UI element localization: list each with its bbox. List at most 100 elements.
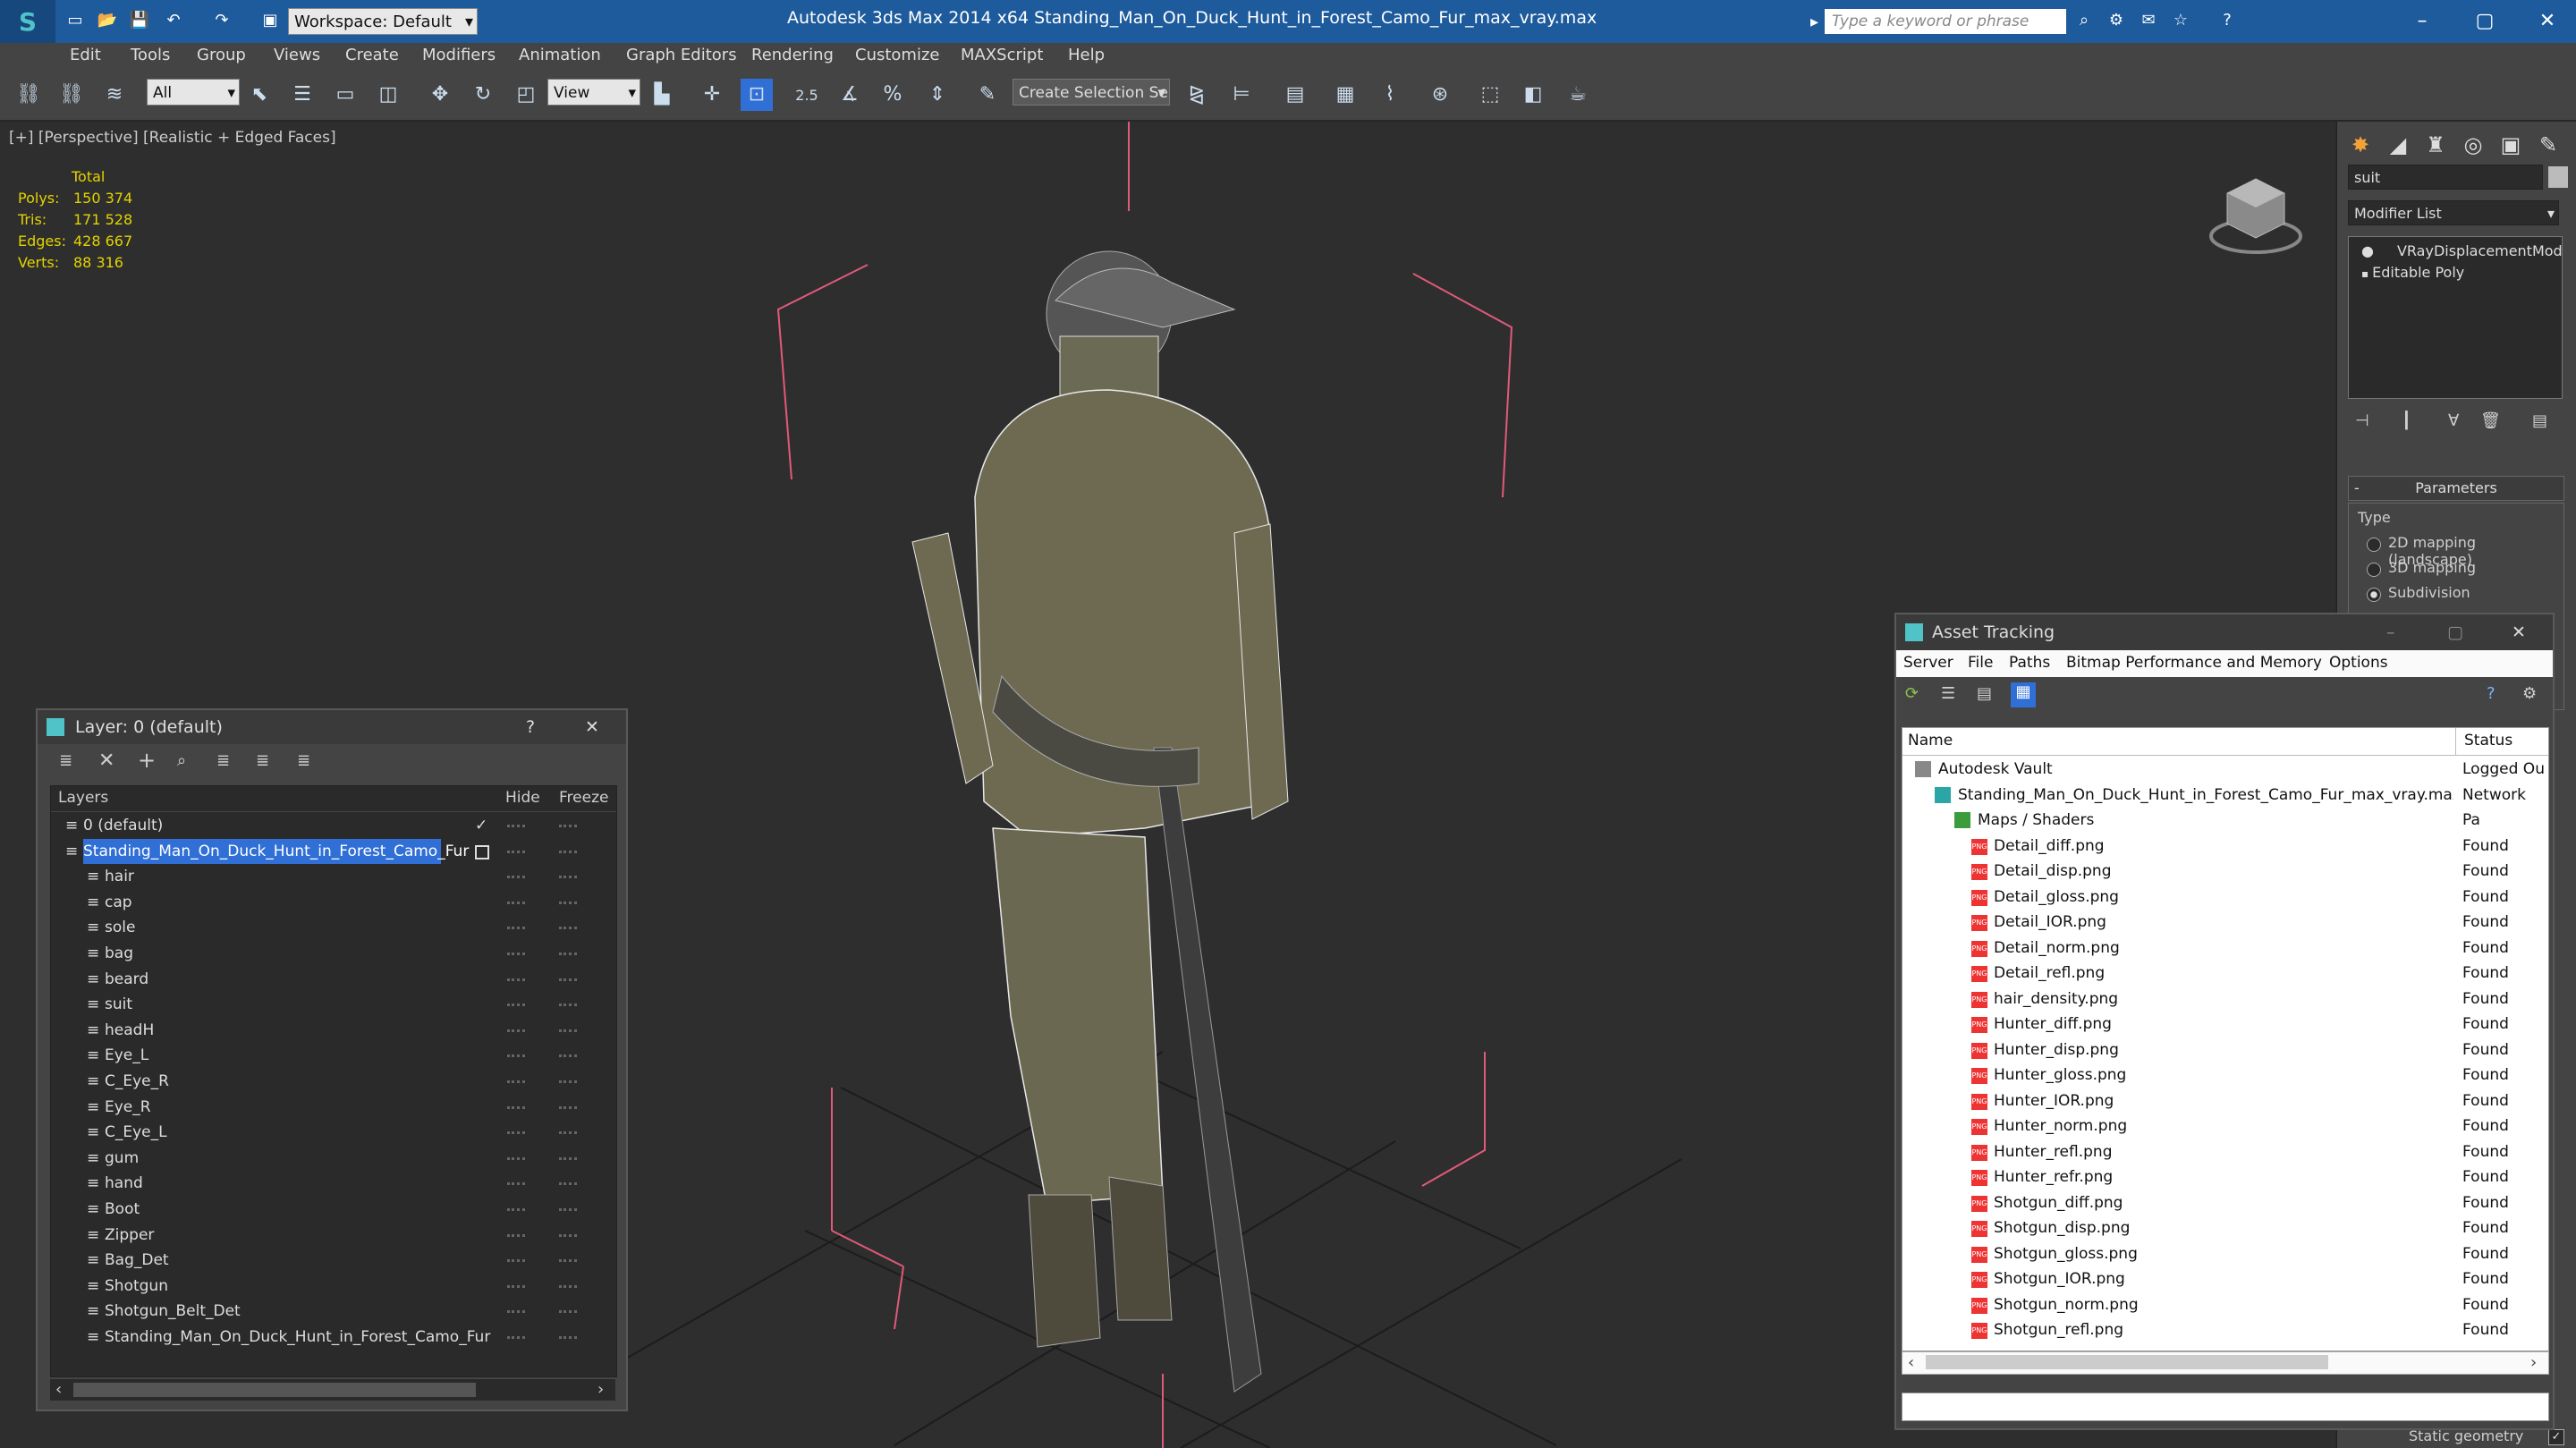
layer-row[interactable]: ≡ Boot [51,1197,616,1222]
scroll-thumb[interactable] [1926,1355,2328,1369]
freeze-all-layers-icon[interactable]: ≣ [297,751,310,770]
column-status[interactable]: Status [2464,732,2512,749]
select-highlighted-icon[interactable]: ⌕ [177,751,186,770]
menu-server[interactable]: Server [1903,654,1953,672]
hide-toggle[interactable] [507,850,525,853]
render-setup-icon[interactable]: ◧ [1517,79,1549,111]
asset-row[interactable]: PNG Hunter_IOR.png Found [1902,1088,2548,1114]
menu-edit[interactable]: Edit [70,46,101,64]
layer-explorer-icon[interactable]: ▤ [1279,79,1311,111]
current-layer-check-icon[interactable]: ✓ [475,813,487,838]
radio-button[interactable] [2367,538,2381,552]
search-input[interactable]: Type a keyword or phrase [1825,9,2066,34]
column-hide[interactable]: Hide [505,789,540,807]
new-file-icon[interactable]: ▭ [63,9,88,32]
layer-row[interactable]: ≡ Eye_L [51,1043,616,1068]
hide-toggle[interactable] [507,1029,525,1032]
hide-toggle[interactable] [507,1233,525,1237]
layer-row[interactable]: ≡ beard [51,967,616,992]
stack-item-editable-poly[interactable]: ▪ Editable Poly [2352,262,2558,284]
hide-toggle[interactable] [507,876,525,879]
radio-subdivision[interactable]: Subdivision [2367,584,2563,605]
layer-row[interactable]: ≡ hand [51,1171,616,1196]
edit-named-selection-icon[interactable]: ✎ [971,79,1004,111]
layer-row[interactable]: ≡ C_Eye_L [51,1120,616,1145]
favorites-icon[interactable]: ☆ [2168,9,2193,32]
hide-all-layers-icon[interactable]: ≣ [256,751,269,770]
layer-row[interactable]: ≡ Shotgun_Belt_Det [51,1299,616,1324]
layer-row[interactable]: ≡ gum [51,1146,616,1171]
unlink-icon[interactable]: ⛓ [55,79,88,111]
freeze-toggle[interactable] [559,1029,577,1032]
save-file-icon[interactable]: 💾 [127,9,152,32]
make-unique-icon[interactable]: ∀ [2448,411,2459,430]
object-name-field[interactable]: suit [2348,165,2543,190]
layer-row[interactable]: ≡ Zipper [51,1223,616,1248]
asset-row[interactable]: Maps / Shaders [1902,808,2548,834]
asset-row[interactable]: PNG Hunter_norm.png Found [1902,1114,2548,1139]
info-center-arrow-icon[interactable]: ▸ [1810,13,1823,31]
close-icon[interactable]: ✕ [585,710,599,744]
freeze-toggle[interactable] [559,825,577,827]
hide-toggle[interactable] [507,1003,525,1007]
horizontal-scrollbar[interactable]: ‹ › [1902,1351,2549,1375]
help-icon[interactable]: ? [526,710,535,744]
hide-toggle[interactable] [507,1054,525,1058]
freeze-toggle[interactable] [559,1054,577,1058]
reference-coordinate-dropdown[interactable]: View ▾ [547,79,640,106]
freeze-toggle[interactable] [559,1233,577,1237]
keyboard-shortcut-override-icon[interactable]: ⊡ [741,79,773,111]
hide-toggle[interactable] [507,978,525,981]
hide-toggle[interactable] [507,901,525,904]
asset-row[interactable]: PNG Shotgun_IOR.png Found [1902,1266,2548,1292]
curve-editor-icon[interactable]: ⌇ [1374,79,1406,111]
minimize-icon[interactable]: – [2386,614,2395,650]
asset-window-titlebar[interactable]: Asset Tracking – ▢ ✕ [1896,614,2553,650]
asset-row[interactable]: PNG Hunter_disp.png Found [1902,1037,2548,1063]
asset-row[interactable]: PNG Detail_diff.png Found [1902,834,2548,859]
layer-row[interactable]: ≡ Bag_Det [51,1248,616,1273]
asset-row[interactable]: Autodesk Vault Logged Ou [1902,757,2548,783]
communication-icon[interactable]: ✉ [2136,9,2161,32]
spinner-snap-icon[interactable]: ⇕ [921,79,953,111]
layer-row[interactable]: ≡ Shotgun [51,1274,616,1299]
layer-row[interactable]: ≡ C_Eye_R [51,1069,616,1094]
render-teapot-icon[interactable]: ☕ [1562,79,1594,111]
refresh-icon[interactable]: ⟳ [1905,684,1919,703]
asset-row[interactable]: PNG Shotgun_gloss.png Found [1902,1241,2548,1267]
named-selection-dropdown[interactable]: Create Selection Se ▾ [1013,79,1170,106]
select-and-rotate-icon[interactable]: ↻ [467,79,499,111]
asset-row[interactable]: PNG Detail_gloss.png Found [1902,885,2548,910]
radio-button[interactable] [2367,588,2381,602]
freeze-toggle[interactable] [559,901,577,904]
hide-toggle[interactable] [507,953,525,955]
hide-toggle[interactable] [507,1105,525,1109]
freeze-toggle[interactable] [559,1182,577,1186]
hide-toggle[interactable] [507,1131,525,1135]
delete-layer-icon[interactable]: ✕ [98,749,114,772]
parameters-rollout-header[interactable]: - Parameters [2348,476,2564,501]
scroll-right-icon[interactable]: › [2530,1353,2537,1372]
snaps-toggle-icon[interactable]: 2.5 [791,79,823,111]
menu-graph-editors[interactable]: Graph Editors [626,46,737,64]
rectangular-selection-icon[interactable]: ▭ [329,79,361,111]
asset-row[interactable]: Standing_Man_On_Duck_Hunt_in_Forest_Camo… [1902,783,2548,829]
select-object-icon[interactable]: ⬉ [243,79,275,111]
asset-row[interactable]: PNG Hunter_diff.png Found [1902,1012,2548,1037]
hide-toggle[interactable] [507,1259,525,1263]
maximize-icon[interactable]: ▢ [2447,614,2463,650]
hide-toggle[interactable] [507,1284,525,1288]
viewcube-icon[interactable] [2209,166,2302,259]
expand-icon[interactable]: ▪ [2361,267,2368,280]
column-freeze[interactable]: Freeze [559,789,608,807]
maximize-icon[interactable]: ▢ [2467,5,2503,38]
app-logo-icon[interactable]: S [0,0,55,43]
selection-filter-dropdown[interactable]: All ▾ [147,79,240,106]
project-folder-icon[interactable]: ▣ [258,9,283,32]
modifier-list-dropdown[interactable]: Modifier List ▾ [2348,200,2559,225]
close-icon[interactable]: ✕ [2529,5,2565,38]
show-end-result-icon[interactable]: ┃ [2402,411,2411,430]
angle-snap-icon[interactable]: ∡ [834,79,866,111]
pin-stack-icon[interactable]: ⊣ [2355,411,2369,430]
set-current-layer-box[interactable] [475,844,489,859]
